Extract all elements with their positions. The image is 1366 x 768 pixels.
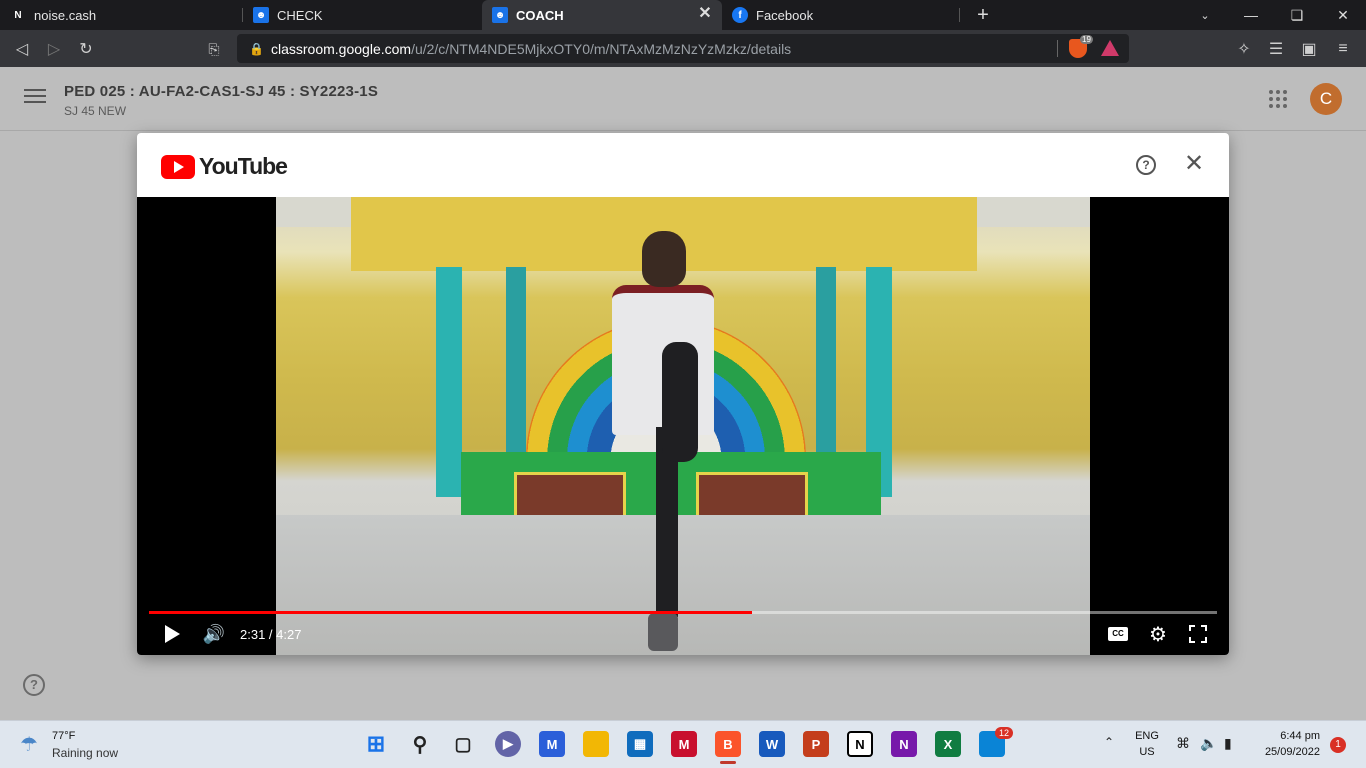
reload-button[interactable]: ↻ <box>73 36 99 62</box>
progress-fill <box>149 611 753 614</box>
youtube-modal: YouTube ? ✕ 🔊 2:31 / 4:27 CC ⚙ <box>137 133 1229 655</box>
modal-help-icon[interactable]: ? <box>1136 155 1156 175</box>
video-player[interactable]: 🔊 2:31 / 4:27 CC ⚙ <box>137 197 1229 655</box>
minimize-button[interactable]: — <box>1228 0 1274 30</box>
current-time: 2:31 <box>240 626 266 642</box>
play-button[interactable] <box>157 622 187 646</box>
task-view-icon[interactable]: ▢ <box>450 731 476 757</box>
modal-close-icon[interactable]: ✕ <box>1183 151 1205 177</box>
clock-date[interactable]: 25/09/2022 <box>1250 746 1320 758</box>
tray-chevron-up-icon[interactable]: ⌃ <box>1104 735 1114 749</box>
progress-bar[interactable] <box>149 611 1217 614</box>
noise-cash-icon: N <box>14 9 22 21</box>
microsoft-store-icon[interactable]: ▦ <box>627 731 653 757</box>
extensions-puzzle-icon[interactable]: ✧ <box>1231 36 1257 62</box>
main-menu-icon[interactable] <box>24 89 46 107</box>
time-separator: / <box>265 626 277 642</box>
play-icon <box>164 625 180 643</box>
word-icon[interactable]: W <box>759 731 785 757</box>
notification-count-badge[interactable]: 1 <box>1330 737 1346 753</box>
course-subtitle: SJ 45 NEW <box>64 104 127 118</box>
tab-coach[interactable]: ☻ COACH ✕ <box>482 0 722 30</box>
media-queue-icon[interactable]: ☰ <box>1263 36 1289 62</box>
windows-start-icon[interactable]: ⊞ <box>363 731 389 757</box>
chat-icon[interactable]: ▶ <box>495 731 521 757</box>
tab-search-chevron-icon[interactable]: ⌄ <box>1182 0 1228 30</box>
mcafee-icon[interactable]: M <box>671 731 697 757</box>
weather-desc[interactable]: Raining now <box>52 746 118 760</box>
powerpoint-icon[interactable]: P <box>803 731 829 757</box>
cc-icon: CC <box>1108 627 1128 641</box>
shield-count-badge: 19 <box>1080 35 1093 44</box>
tab-label: COACH <box>516 7 564 23</box>
volume-icon[interactable]: 🔊 <box>199 622 229 646</box>
classroom-icon: ☻ <box>492 7 508 23</box>
tab-facebook[interactable]: f Facebook <box>722 0 960 30</box>
new-tab-button[interactable]: + <box>960 0 1006 30</box>
youtube-wordmark: YouTube <box>199 153 288 179</box>
classroom-header: PED 025 : AU-FA2-CAS1-SJ 45 : SY2223-1S … <box>0 67 1366 131</box>
facebook-icon: f <box>732 7 748 23</box>
modal-header: YouTube ? ✕ <box>137 133 1229 197</box>
brave-browser-icon[interactable]: B <box>715 731 741 757</box>
captions-button[interactable]: CC <box>1103 622 1133 646</box>
windows-taskbar: ☂ 77°F Raining now ⊞ ⚲ ▢ ▶ M ▦ M B W P N… <box>0 720 1366 768</box>
onenote-icon[interactable]: N <box>891 731 917 757</box>
tab-label: CHECK <box>277 7 323 23</box>
tab-close-icon[interactable]: ✕ <box>696 5 714 23</box>
address-bar[interactable]: 🔒 classroom.google.com/u/2/c/NTM4NDE5Mjk… <box>237 34 1129 63</box>
settings-gear-icon[interactable]: ⚙ <box>1143 622 1173 646</box>
notion-icon[interactable]: N <box>847 731 873 757</box>
wallet-icon[interactable]: ▣ <box>1296 36 1322 62</box>
avatar[interactable]: C <box>1310 83 1342 115</box>
google-apps-icon[interactable] <box>1269 90 1287 108</box>
browser-toolbar: ◁ ▷ ↻ ⎘ 🔒 classroom.google.com/u/2/c/NTM… <box>0 30 1366 67</box>
duration: 4:27 <box>276 626 302 642</box>
time-display: 2:31 / 4:27 <box>240 622 301 646</box>
file-explorer-icon[interactable] <box>583 731 609 757</box>
bookmark-icon[interactable]: ⎘ <box>201 36 227 62</box>
excel-icon[interactable]: X <box>935 731 961 757</box>
forward-button[interactable]: ▷ <box>41 36 67 62</box>
weather-temp[interactable]: 77°F <box>52 730 75 742</box>
youtube-play-logo-icon <box>161 154 195 179</box>
clock-time[interactable]: 6:44 pm <box>1250 730 1320 742</box>
browser-tab-strip: N noise.cash ☻ CHECK ☻ COACH ✕ f Faceboo… <box>0 0 1366 30</box>
classroom-icon: ☻ <box>253 7 269 23</box>
back-button[interactable]: ◁ <box>9 36 35 62</box>
course-title[interactable]: PED 025 : AU-FA2-CAS1-SJ 45 : SY2223-1S <box>64 83 378 100</box>
url-text: classroom.google.com/u/2/c/NTM4NDE5MjkxO… <box>271 40 792 57</box>
brave-active-indicator <box>720 761 736 764</box>
tab-label: Facebook <box>756 7 814 23</box>
search-icon[interactable]: ⚲ <box>407 731 433 757</box>
tab-noise-cash[interactable]: N noise.cash <box>0 0 243 30</box>
app-notification-badge: 12 <box>994 727 1013 739</box>
battery-icon[interactable]: ▮ <box>1224 735 1232 752</box>
browser-menu-icon[interactable]: ≡ <box>1330 36 1356 62</box>
fullscreen-icon <box>1189 625 1207 643</box>
video-frame[interactable] <box>276 197 1090 655</box>
window-close-button[interactable]: ✕ <box>1320 0 1366 30</box>
app-m-icon[interactable]: M <box>539 731 565 757</box>
wifi-icon[interactable]: ⌘ <box>1176 735 1190 752</box>
language-line1[interactable]: ENG <box>1134 730 1160 742</box>
maximize-button[interactable]: ❏ <box>1274 0 1320 30</box>
language-line2[interactable]: US <box>1134 746 1160 758</box>
speaker-icon[interactable]: 🔈 <box>1200 735 1217 752</box>
brave-rewards-icon[interactable] <box>1101 40 1119 56</box>
help-icon[interactable]: ? <box>23 674 45 696</box>
fullscreen-button[interactable] <box>1183 622 1213 646</box>
tab-label: noise.cash <box>34 7 97 23</box>
lock-icon: 🔒 <box>249 41 264 56</box>
youtube-logo[interactable]: YouTube <box>161 153 288 180</box>
weather-umbrella-icon[interactable]: ☂ <box>20 732 44 756</box>
messenger-app-icon[interactable]: 12 <box>979 727 1013 757</box>
person-figure <box>604 227 734 655</box>
tab-check[interactable]: ☻ CHECK <box>243 0 482 30</box>
